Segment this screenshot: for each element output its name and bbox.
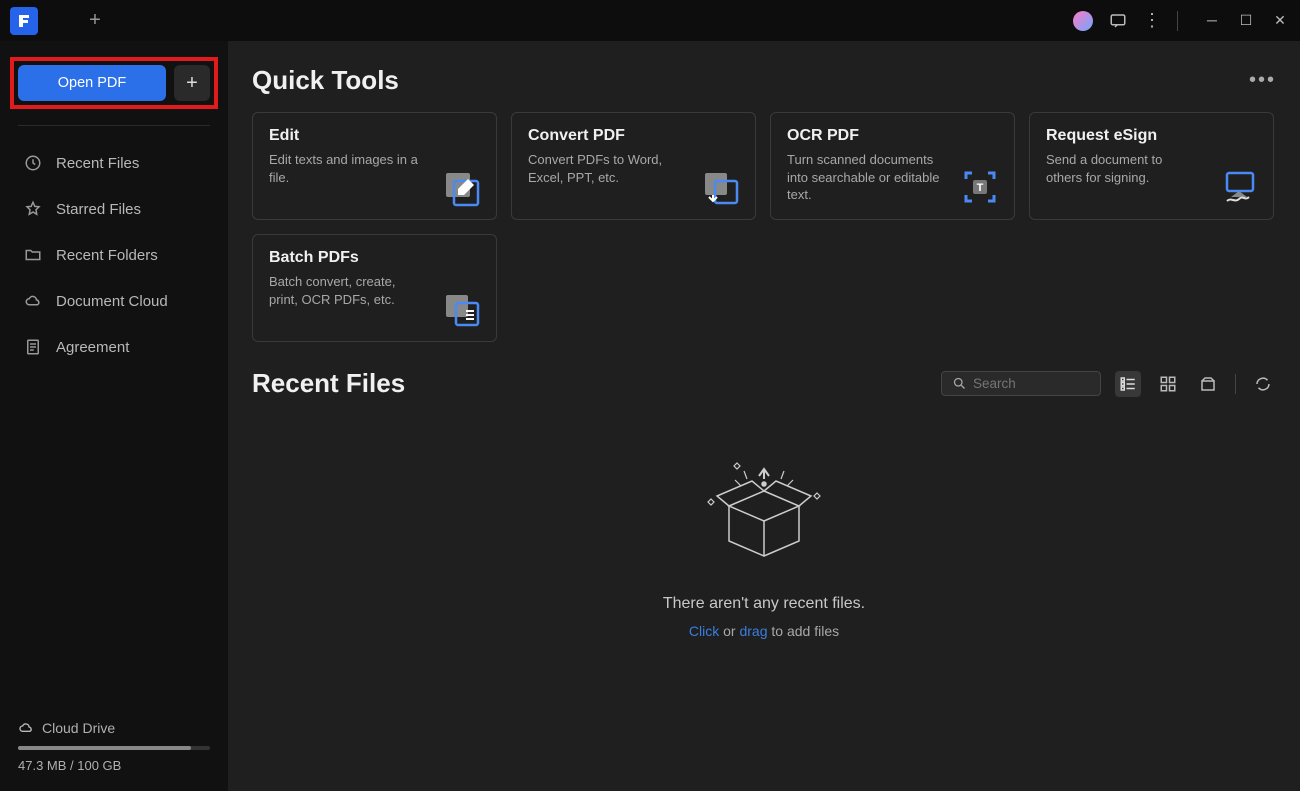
sort-button[interactable] [1195,371,1221,397]
batch-icon [442,289,482,329]
cloud-drive-label[interactable]: Cloud Drive [18,720,210,736]
card-title: Batch PDFs [269,249,480,267]
sidebar-item-starred-files[interactable]: Starred Files [8,186,220,232]
sidebar: Open PDF + Recent Files Starred Files Re… [0,41,228,791]
cloud-icon [18,720,34,736]
cloud-progress-fill [18,746,191,750]
svg-text:T: T [977,182,984,194]
sidebar-item-label: Starred Files [56,201,141,218]
empty-text: There aren't any recent files. [663,595,865,613]
card-ocr-pdf[interactable]: OCR PDF Turn scanned documents into sear… [770,112,1015,220]
card-title: Convert PDF [528,127,739,145]
user-avatar[interactable] [1073,11,1093,31]
sidebar-item-document-cloud[interactable]: Document Cloud [8,278,220,324]
window-controls: ─ ☐ ✕ [1202,12,1290,29]
quick-tools-cards: Edit Edit texts and images in a file. Co… [252,112,1276,342]
card-desc: Convert PDFs to Word, Excel, PPT, etc. [528,151,683,186]
sidebar-item-label: Document Cloud [56,293,168,310]
card-desc: Batch convert, create, print, OCR PDFs, … [269,273,424,308]
empty-state: There aren't any recent files. Click or … [252,451,1276,639]
cloud-drive-footer: Cloud Drive 47.3 MB / 100 GB [0,708,228,791]
clock-icon [24,154,42,172]
sidebar-item-label: Agreement [56,339,129,356]
open-pdf-button[interactable]: Open PDF [18,65,166,101]
search-input[interactable] [973,376,1090,391]
empty-or: or [719,623,739,639]
folder-icon [24,246,42,264]
search-box[interactable] [941,371,1101,396]
card-request-esign[interactable]: Request eSign Send a document to others … [1029,112,1274,220]
app-logo[interactable] [10,7,38,35]
card-convert-pdf[interactable]: Convert PDF Convert PDFs to Word, Excel,… [511,112,756,220]
sidebar-item-recent-folders[interactable]: Recent Folders [8,232,220,278]
empty-box-icon [699,451,829,571]
new-tab-button[interactable]: + [80,6,110,36]
card-edit[interactable]: Edit Edit texts and images in a file. [252,112,497,220]
convert-icon [701,167,741,207]
main-content: Quick Tools ••• Edit Edit texts and imag… [228,41,1300,791]
card-desc: Edit texts and images in a file. [269,151,424,186]
message-icon[interactable] [1109,12,1127,30]
list-view-button[interactable] [1115,371,1141,397]
titlebar: + ⋮ ─ ☐ ✕ [0,0,1300,41]
minimize-button[interactable]: ─ [1202,12,1222,29]
esign-icon [1219,167,1259,207]
empty-rest: to add files [768,623,840,639]
edit-icon [442,167,482,207]
doc-icon [24,338,42,356]
empty-subtext: Click or drag to add files [689,623,839,639]
maximize-button[interactable]: ☐ [1236,12,1256,29]
new-pdf-button[interactable]: + [174,65,210,101]
search-icon [952,376,967,391]
cloud-icon [24,292,42,310]
open-pdf-highlight: Open PDF + [10,57,218,109]
grid-view-button[interactable] [1155,371,1181,397]
empty-click-link[interactable]: Click [689,623,719,639]
card-desc: Turn scanned documents into searchable o… [787,151,942,204]
ocr-icon: T [960,167,1000,207]
recent-files-heading: Recent Files [252,368,405,399]
sidebar-item-agreement[interactable]: Agreement [8,324,220,370]
kebab-menu-icon[interactable]: ⋮ [1143,10,1161,31]
sidebar-divider [18,125,210,126]
refresh-button[interactable] [1250,371,1276,397]
card-title: OCR PDF [787,127,998,145]
card-batch-pdfs[interactable]: Batch PDFs Batch convert, create, print,… [252,234,497,342]
sidebar-item-recent-files[interactable]: Recent Files [8,140,220,186]
sidebar-item-label: Recent Files [56,155,139,172]
card-desc: Send a document to others for signing. [1046,151,1201,186]
cloud-usage-text: 47.3 MB / 100 GB [18,758,210,773]
cloud-drive-text: Cloud Drive [42,720,115,736]
card-title: Request eSign [1046,127,1257,145]
card-title: Edit [269,127,480,145]
cloud-progress [18,746,210,750]
close-button[interactable]: ✕ [1270,12,1290,29]
divider [1235,374,1236,394]
quick-tools-more-icon[interactable]: ••• [1249,69,1276,92]
sidebar-item-label: Recent Folders [56,247,158,264]
star-icon [24,200,42,218]
empty-drag-link[interactable]: drag [739,623,767,639]
quick-tools-heading: Quick Tools [252,65,399,96]
divider [1177,11,1178,31]
